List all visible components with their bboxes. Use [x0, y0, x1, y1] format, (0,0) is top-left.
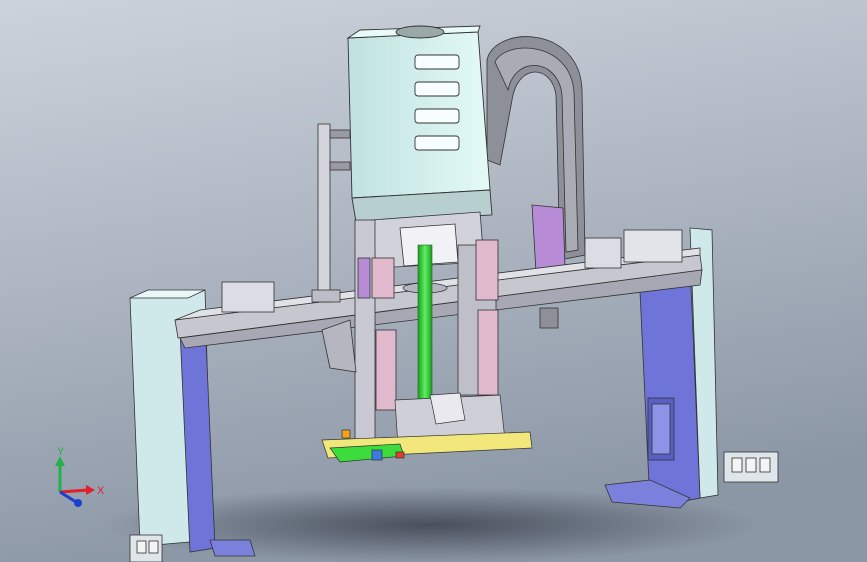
drive-shaft	[417, 244, 433, 406]
triad-y-label: Y	[57, 446, 65, 458]
cad-scene[interactable]: Y X	[0, 0, 867, 562]
triad-x-label: X	[97, 485, 105, 497]
motor-housing[interactable]	[346, 25, 493, 223]
cad-viewport[interactable]: Y X	[0, 0, 867, 562]
